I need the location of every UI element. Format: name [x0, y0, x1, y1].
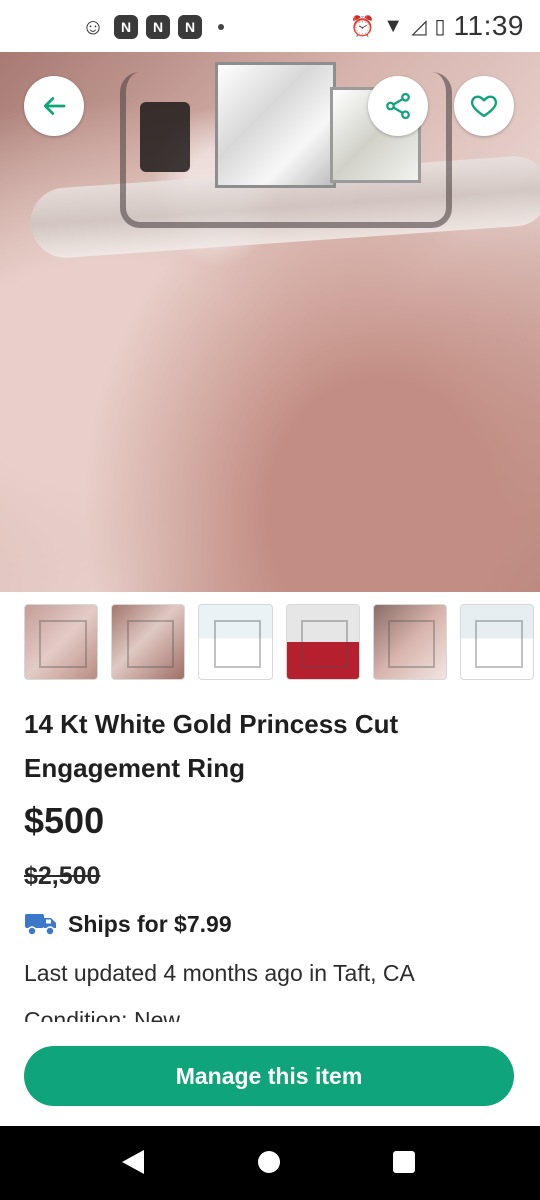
- thumbnail-1[interactable]: [24, 604, 99, 680]
- thumbnail-5[interactable]: [372, 604, 447, 680]
- app-notification-icon: N: [178, 15, 202, 39]
- dot-icon: [218, 24, 224, 30]
- battery-icon: ▯: [434, 15, 446, 38]
- nav-recents-icon[interactable]: [393, 1151, 415, 1173]
- thumbnail-3[interactable]: [198, 604, 273, 680]
- listing-price: $500: [24, 800, 105, 841]
- heart-icon: [470, 95, 498, 118]
- back-button[interactable]: [24, 76, 84, 136]
- nav-home-icon[interactable]: [258, 1151, 280, 1173]
- thumbnail-4[interactable]: [285, 604, 360, 680]
- app-notification-icon: N: [114, 15, 138, 39]
- nav-back-icon[interactable]: [122, 1150, 144, 1174]
- share-button[interactable]: [368, 76, 428, 136]
- wifi-icon: ▼: [383, 14, 404, 37]
- listing-hero-image[interactable]: [0, 52, 540, 592]
- center-stone: [215, 62, 336, 188]
- shipping-info: Ships for $7.99: [24, 910, 232, 938]
- original-price: $2,500: [24, 862, 101, 890]
- thumbnail-6[interactable]: [459, 604, 535, 680]
- ring-shadow: [140, 102, 190, 172]
- thumbnail-image: [126, 619, 174, 669]
- app-notification-icon: N: [146, 15, 170, 39]
- status-left-icons: ☺ N N N: [80, 14, 224, 40]
- share-icon: [386, 92, 410, 120]
- condition: Condition: New: [24, 1007, 180, 1022]
- thumbnail-image: [300, 619, 349, 669]
- thumbnail-image: [39, 619, 87, 669]
- signal-icon: ◿: [411, 15, 427, 38]
- manage-item-button[interactable]: Manage this item: [24, 1046, 514, 1106]
- status-time: 11:39: [453, 10, 524, 41]
- status-right-icons: ⏰ ▼ ◿ ▯ 11:39: [350, 10, 524, 42]
- thumbnail-image: [475, 619, 523, 669]
- thumbnail-image: [388, 619, 436, 669]
- truck-icon: [25, 914, 56, 936]
- thumbnail-strip: [24, 604, 535, 680]
- alarm-icon: ⏰: [350, 15, 376, 38]
- thumbnail-image: [213, 619, 262, 669]
- last-updated: Last updated 4 months ago in Taft, CA: [24, 960, 415, 986]
- shipping-text: Ships for $7.99: [68, 910, 232, 937]
- smiley-icon: ☺: [81, 14, 105, 39]
- listing-title: 14 Kt White Gold Princess Cut Engagement…: [24, 709, 399, 783]
- favorite-button[interactable]: [454, 76, 514, 136]
- status-bar: ☺ N N N ⏰ ▼ ◿ ▯ 11:39: [0, 0, 540, 52]
- arrow-left-icon: [43, 97, 66, 115]
- thumbnail-2[interactable]: [111, 604, 186, 680]
